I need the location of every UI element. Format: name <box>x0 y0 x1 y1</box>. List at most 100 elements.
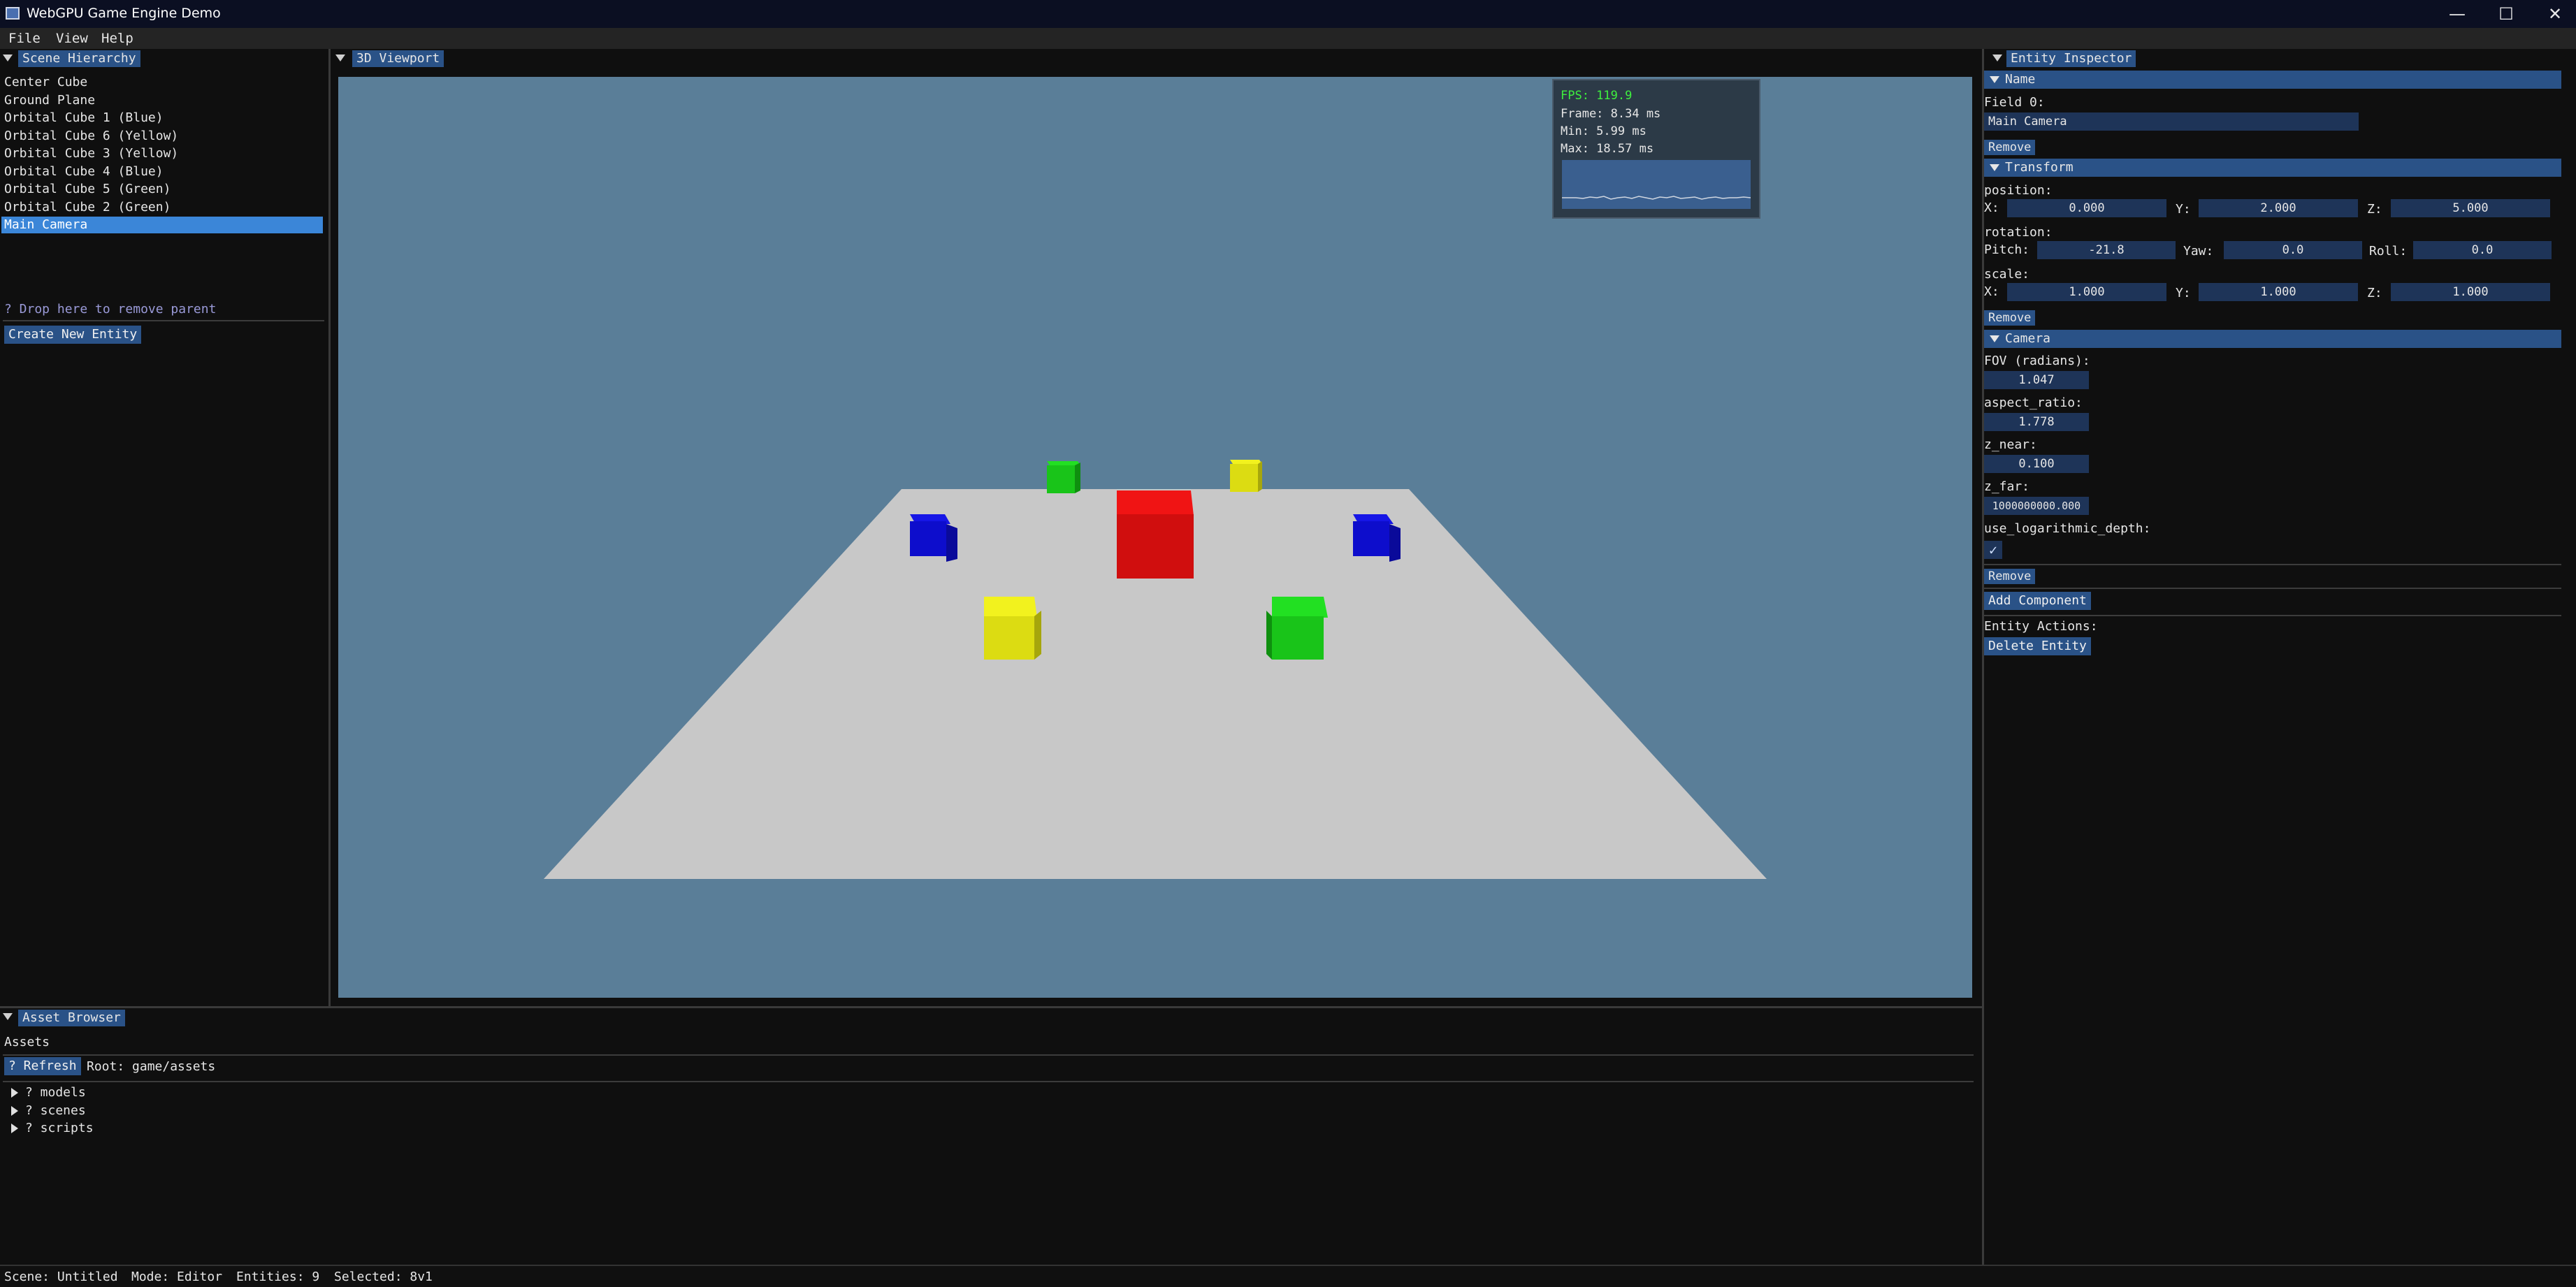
status-selected: Selected: 8v1 <box>334 1270 433 1284</box>
drop-hint[interactable]: ? Drop here to remove parent <box>4 302 216 317</box>
logarithmic-depth-checkbox[interactable]: ✓ <box>1984 541 2002 559</box>
yaw-field[interactable]: 0.0 <box>2224 241 2362 259</box>
maximize-button[interactable]: ☐ <box>2478 1 2534 27</box>
separator <box>3 320 324 321</box>
camera-section-header[interactable]: Camera <box>1984 330 2561 348</box>
close-button[interactable]: ✕ <box>2527 1 2576 27</box>
hierarchy-item-orbital-cube-5[interactable]: Orbital Cube 5 (Green) <box>4 180 171 198</box>
rotation-label: rotation: <box>1984 225 2053 240</box>
position-x-field[interactable]: 0.000 <box>2007 199 2166 217</box>
divider-left[interactable] <box>328 49 331 1006</box>
scale-x-field[interactable]: 1.000 <box>2007 283 2166 301</box>
green-cube-front[interactable] <box>1266 597 1328 660</box>
roll-label: Roll: <box>2369 244 2408 259</box>
pitch-field[interactable]: -21.8 <box>2037 241 2176 259</box>
min-time-readout: Min: 5.99 ms <box>1561 124 1647 138</box>
yellow-cube-back[interactable] <box>1230 460 1262 492</box>
remove-camera-button[interactable]: Remove <box>1984 569 2036 584</box>
fps-readout: FPS: 119.9 <box>1561 89 1633 103</box>
position-z-field[interactable]: 5.000 <box>2391 199 2550 217</box>
camera-section-title: Camera <box>2005 331 2051 346</box>
hierarchy-item-orbital-cube-1[interactable]: Orbital Cube 1 (Blue) <box>4 109 164 126</box>
green-cube-back[interactable] <box>1047 461 1080 493</box>
yellow-cube-front[interactable] <box>984 597 1041 660</box>
aspect-ratio-field[interactable]: 1.778 <box>1984 413 2089 431</box>
collapse-icon[interactable] <box>3 1013 13 1020</box>
scale-y-field[interactable]: 1.000 <box>2199 283 2358 301</box>
entity-actions-label: Entity Actions: <box>1984 619 2098 634</box>
fov-label: FOV (radians): <box>1984 354 2090 368</box>
position-y-label: Y: <box>2176 202 2191 217</box>
menu-view[interactable]: View <box>56 31 88 46</box>
app-icon <box>6 7 20 20</box>
hierarchy-item-orbital-cube-3[interactable]: Orbital Cube 3 (Yellow) <box>4 145 178 162</box>
expand-arrow-icon[interactable] <box>11 1124 18 1133</box>
menu-bar: File View Help <box>0 28 2576 49</box>
max-time-readout: Max: 18.57 ms <box>1561 142 1654 156</box>
z-near-field[interactable]: 0.100 <box>1984 455 2089 473</box>
asset-browser-panel: Asset Browser Assets ? Refresh Root: gam… <box>0 1008 1982 1265</box>
z-near-label: z_near: <box>1984 437 2037 452</box>
position-y-field[interactable]: 2.000 <box>2199 199 2358 217</box>
logarithmic-depth-label: use_logarithmic_depth: <box>1984 521 2151 536</box>
scale-x-label: X: <box>1984 284 1999 299</box>
tab-asset-browser[interactable]: Asset Browser <box>18 1010 125 1026</box>
separator <box>3 1054 1974 1056</box>
expand-icon <box>1990 76 1999 83</box>
roll-field[interactable]: 0.0 <box>2413 241 2552 259</box>
scale-z-field[interactable]: 1.000 <box>2391 283 2550 301</box>
add-component-button[interactable]: Add Component <box>1984 592 2091 610</box>
remove-name-button[interactable]: Remove <box>1984 140 2036 155</box>
z-far-label: z_far: <box>1984 479 2030 494</box>
remove-transform-button[interactable]: Remove <box>1984 310 2036 326</box>
hierarchy-item-center-cube[interactable]: Center Cube <box>4 73 87 91</box>
delete-entity-button[interactable]: Delete Entity <box>1984 637 2091 655</box>
red-cube-center[interactable] <box>1117 490 1194 579</box>
window-title: WebGPU Game Engine Demo <box>27 6 221 21</box>
hierarchy-item-orbital-cube-2[interactable]: Orbital Cube 2 (Green) <box>4 198 171 216</box>
menu-file[interactable]: File <box>8 31 41 46</box>
create-entity-button[interactable]: Create New Entity <box>4 326 142 344</box>
collapse-icon[interactable] <box>1992 54 2002 61</box>
collapse-icon[interactable] <box>3 54 13 61</box>
scale-y-label: Y: <box>2176 286 2191 300</box>
hierarchy-item-orbital-cube-4[interactable]: Orbital Cube 4 (Blue) <box>4 163 164 180</box>
collapse-icon[interactable] <box>335 54 345 61</box>
transform-section-title: Transform <box>2005 160 2074 175</box>
tab-scene-hierarchy[interactable]: Scene Hierarchy <box>18 50 140 67</box>
name-field[interactable]: Main Camera <box>1984 112 2359 131</box>
expand-arrow-icon[interactable] <box>11 1106 18 1116</box>
scene-hierarchy-panel: Scene Hierarchy Center Cube Ground Plane… <box>0 49 328 1006</box>
folder-scenes[interactable]: ? scenes <box>25 1103 86 1118</box>
position-z-label: Z: <box>2367 202 2382 217</box>
folder-models[interactable]: ? models <box>25 1085 86 1100</box>
title-bar: WebGPU Game Engine Demo — ☐ ✕ <box>0 0 2576 28</box>
tab-entity-inspector[interactable]: Entity Inspector <box>2006 50 2136 67</box>
yaw-label: Yaw: <box>2183 244 2214 259</box>
fov-field[interactable]: 1.047 <box>1984 371 2089 389</box>
folder-scripts[interactable]: ? scripts <box>25 1121 94 1135</box>
scale-z-label: Z: <box>2367 286 2382 300</box>
expand-arrow-icon[interactable] <box>11 1088 18 1098</box>
hierarchy-item-main-camera[interactable]: Main Camera <box>1 217 323 233</box>
pitch-label: Pitch: <box>1984 242 2030 257</box>
tab-3d-viewport[interactable]: 3D Viewport <box>352 50 444 67</box>
position-label: position: <box>1984 183 2053 198</box>
name-section-title: Name <box>2005 72 2036 87</box>
menu-help[interactable]: Help <box>101 31 133 46</box>
name-section-header[interactable]: Name <box>1984 71 2561 89</box>
assets-root-path: Root: game/assets <box>87 1059 216 1074</box>
expand-icon <box>1990 335 1999 342</box>
transform-section-header[interactable]: Transform <box>1984 159 2561 177</box>
status-entities: Entities: 9 <box>236 1270 320 1284</box>
separator <box>3 1081 1974 1082</box>
minimize-button[interactable]: — <box>2429 1 2485 27</box>
hierarchy-item-ground-plane[interactable]: Ground Plane <box>4 92 95 109</box>
status-scene: Scene: Untitled <box>4 1270 118 1284</box>
separator <box>1984 564 2561 565</box>
z-far-field[interactable]: 1000000000.000 <box>1984 497 2089 515</box>
hierarchy-item-orbital-cube-6[interactable]: Orbital Cube 6 (Yellow) <box>4 127 178 145</box>
refresh-button[interactable]: ? Refresh <box>4 1057 81 1075</box>
status-mode: Mode: Editor <box>131 1270 223 1284</box>
aspect-ratio-label: aspect_ratio: <box>1984 395 2083 410</box>
